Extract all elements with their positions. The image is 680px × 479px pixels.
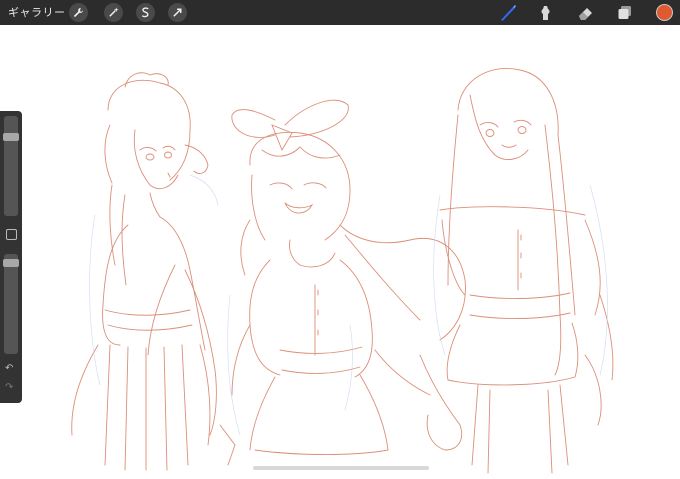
layers-icon: [618, 6, 631, 19]
gallery-button[interactable]: ギャラリー: [8, 4, 66, 20]
sidebar-panel: ↶ ↷: [0, 111, 22, 403]
selection-icon: [141, 7, 149, 18]
transform-icon: [173, 8, 182, 17]
opacity-handle[interactable]: [3, 258, 19, 267]
top-toolbar: ギャラリー: [0, 0, 680, 25]
actions-button[interactable]: [69, 3, 88, 22]
sketch-artwork: [71, 68, 614, 474]
layers-button[interactable]: [615, 3, 635, 23]
modify-button[interactable]: [6, 229, 17, 240]
color-picker-button[interactable]: [656, 4, 673, 21]
opacity-slider[interactable]: [4, 254, 18, 354]
undo-button[interactable]: ↶: [5, 363, 13, 374]
brush-tool-button[interactable]: [498, 3, 518, 23]
adjustments-button[interactable]: [104, 3, 123, 22]
transform-button[interactable]: [168, 3, 187, 22]
magic-wand-icon: [109, 7, 119, 17]
redo-button[interactable]: ↷: [5, 382, 13, 393]
brush-icon: [501, 5, 516, 21]
drawing-canvas[interactable]: [0, 25, 680, 475]
eraser-tool-button[interactable]: [576, 3, 596, 23]
brush-size-slider[interactable]: [4, 116, 18, 216]
home-indicator: [253, 466, 429, 470]
brush-size-handle[interactable]: [3, 132, 19, 141]
smudge-icon: [541, 6, 550, 20]
wrench-icon: [73, 7, 84, 18]
eraser-icon: [579, 8, 592, 20]
smudge-tool-button[interactable]: [536, 3, 556, 23]
selection-button[interactable]: [136, 3, 155, 22]
